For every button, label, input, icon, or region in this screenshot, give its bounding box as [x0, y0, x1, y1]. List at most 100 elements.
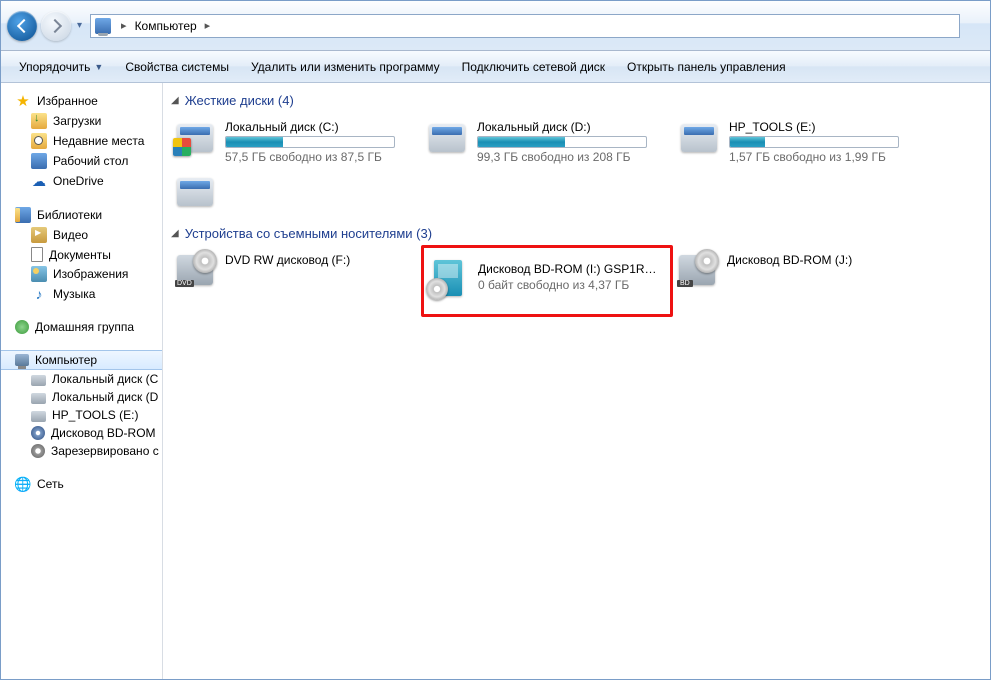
drive-item-extra[interactable] — [171, 168, 423, 212]
arrow-left-icon — [16, 18, 30, 32]
sidebar-item-drive[interactable]: Зарезервировано с — [1, 442, 162, 460]
sidebar-item-drive[interactable]: Дисковод BD-ROM — [1, 424, 162, 442]
command-bar: Упорядочить▼ Свойства системы Удалить ил… — [1, 51, 990, 83]
vid-icon — [31, 227, 47, 243]
nav-back-button[interactable] — [7, 11, 37, 41]
libraries-icon — [15, 207, 31, 223]
sidebar-item-label: Локальный диск (D — [52, 390, 158, 404]
nav-homegroup-group: Домашняя группа — [1, 318, 162, 336]
hard-drive-icon — [177, 118, 217, 154]
uninstall-program-button[interactable]: Удалить или изменить программу — [241, 56, 450, 78]
sidebar-item-label: Недавние места — [53, 134, 144, 148]
drive-capacity-bar — [729, 136, 899, 148]
removable-header[interactable]: ◢ Устройства со съемными носителями (3) — [167, 224, 986, 247]
hard-drives-list: Локальный диск (C:) 57,5 ГБ свободно из … — [167, 114, 986, 212]
sidebar-item-favorite[interactable]: Рабочий стол — [1, 151, 162, 171]
computer-icon — [95, 18, 111, 34]
sidebar-item-drive[interactable]: HP_TOOLS (E:) — [1, 406, 162, 424]
hard-drives-section: ◢ Жесткие диски (4) Локальный диск (C:) … — [167, 91, 986, 212]
collapse-icon: ◢ — [171, 95, 179, 106]
sysprops-label: Свойства системы — [125, 60, 229, 74]
sidebar-item-drive[interactable]: Локальный диск (D — [1, 388, 162, 406]
homegroup-label: Домашняя группа — [35, 320, 134, 334]
sidebar-item-label: Локальный диск (C — [52, 372, 158, 386]
nav-computer-group: Компьютер Локальный диск (C Локальный ди… — [1, 350, 162, 460]
organize-label: Упорядочить — [19, 60, 90, 74]
drive-name: Локальный диск (C:) — [225, 120, 417, 134]
drive-item[interactable]: Дисковод BD-ROM (J:) — [673, 247, 925, 317]
sidebar-item-label: Загрузки — [53, 114, 101, 128]
content-pane: ◢ Жесткие диски (4) Локальный диск (C:) … — [163, 83, 990, 679]
sidebar-item-favorite[interactable]: ☁ OneDrive — [1, 171, 162, 191]
nav-homegroup-header[interactable]: Домашняя группа — [1, 318, 162, 336]
nav-libraries-header[interactable]: Библиотеки — [1, 205, 162, 225]
nav-history-dropdown[interactable]: ▾ — [77, 20, 82, 31]
sidebar-item-drive[interactable]: Локальный диск (C — [1, 370, 162, 388]
optical-drive-icon — [430, 260, 470, 296]
drive-item[interactable]: Дисковод BD-ROM (I:) GSP1RMCULXFRER_RU_D… — [421, 245, 673, 317]
sidebar-item-library[interactable]: ♪ Музыка — [1, 284, 162, 304]
nav-forward-button[interactable] — [41, 11, 71, 41]
hard-drive-icon — [681, 118, 721, 154]
cloud-icon: ☁ — [31, 173, 47, 189]
sidebar-item-favorite[interactable]: Недавние места — [1, 131, 162, 151]
drive-info: Локальный диск (C:) 57,5 ГБ свободно из … — [225, 118, 417, 164]
homegroup-icon — [15, 320, 29, 334]
drive-name: Локальный диск (D:) — [477, 120, 669, 134]
cpanel-label: Открыть панель управления — [627, 60, 786, 74]
recent-icon — [31, 133, 47, 149]
doc-icon — [31, 247, 43, 262]
uninstall-label: Удалить или изменить программу — [251, 60, 440, 74]
nav-libraries-group: Библиотеки Видео Документы Изображения ♪… — [1, 205, 162, 304]
removable-list: DVD RW дисковод (F:) Дисковод BD-ROM (I:… — [167, 247, 986, 317]
sidebar-item-library[interactable]: Изображения — [1, 264, 162, 284]
sidebar-item-label: OneDrive — [53, 174, 104, 188]
removable-title: Устройства со съемными носителями (3) — [185, 226, 432, 241]
sidebar-item-label: Дисковод BD-ROM — [51, 426, 156, 440]
drive-info: Дисковод BD-ROM (I:) GSP1RMCULXFRER_RU_D… — [478, 260, 664, 292]
system-properties-button[interactable]: Свойства системы — [115, 56, 239, 78]
hdd-icon — [31, 375, 46, 386]
organize-button[interactable]: Упорядочить▼ — [9, 56, 113, 78]
nav-favorites-header[interactable]: ★ Избранное — [1, 91, 162, 111]
nav-computer-header[interactable]: Компьютер — [1, 350, 162, 370]
music-icon: ♪ — [31, 286, 47, 302]
address-bar[interactable]: ▸ Компьютер ▸ — [90, 14, 960, 38]
libraries-label: Библиотеки — [37, 208, 102, 222]
drive-free-space: 0 байт свободно из 4,37 ГБ — [478, 278, 664, 292]
removable-section: ◢ Устройства со съемными носителями (3) … — [167, 224, 986, 317]
breadcrumb-sep-icon[interactable]: ▸ — [117, 19, 131, 32]
drive-item[interactable]: Локальный диск (D:) 99,3 ГБ свободно из … — [423, 114, 675, 168]
drive-item[interactable]: HP_TOOLS (E:) 1,57 ГБ свободно из 1,99 Г… — [675, 114, 927, 168]
title-bar: ▾ ▸ Компьютер ▸ — [1, 1, 990, 51]
drive-name: Дисковод BD-ROM (I:) GSP1RMCULXFRER_RU_D… — [478, 262, 664, 276]
sidebar-item-label: HP_TOOLS (E:) — [52, 408, 138, 422]
optical-drive-icon — [679, 251, 719, 287]
drive-info: HP_TOOLS (E:) 1,57 ГБ свободно из 1,99 Г… — [729, 118, 921, 164]
hard-drives-header[interactable]: ◢ Жесткие диски (4) — [167, 91, 986, 114]
sidebar-item-label: Рабочий стол — [53, 154, 128, 168]
drive-name: DVD RW дисковод (F:) — [225, 253, 417, 267]
sidebar-item-library[interactable]: Документы — [1, 245, 162, 264]
drive-name: Дисковод BD-ROM (J:) — [727, 253, 919, 267]
desktop-icon — [31, 153, 47, 169]
drive-name: HP_TOOLS (E:) — [729, 120, 921, 134]
drive-item[interactable]: DVD RW дисковод (F:) — [171, 247, 423, 317]
map-network-drive-button[interactable]: Подключить сетевой диск — [452, 56, 615, 78]
sidebar-item-library[interactable]: Видео — [1, 225, 162, 245]
network-icon: 🌐 — [15, 476, 31, 492]
img-icon — [31, 266, 47, 282]
sidebar-item-label: Музыка — [53, 287, 95, 301]
drive-info: Локальный диск (D:) 99,3 ГБ свободно из … — [477, 118, 669, 164]
drive-item[interactable]: Локальный диск (C:) 57,5 ГБ свободно из … — [171, 114, 423, 168]
breadcrumb-computer[interactable]: Компьютер — [131, 19, 201, 33]
mapdrive-label: Подключить сетевой диск — [462, 60, 605, 74]
computer-label: Компьютер — [35, 353, 97, 367]
drive-free-space: 57,5 ГБ свободно из 87,5 ГБ — [225, 150, 417, 164]
favorites-label: Избранное — [37, 94, 98, 108]
sidebar-item-favorite[interactable]: Загрузки — [1, 111, 162, 131]
control-panel-button[interactable]: Открыть панель управления — [617, 56, 796, 78]
nav-network-header[interactable]: 🌐 Сеть — [1, 474, 162, 494]
breadcrumb-sep-icon[interactable]: ▸ — [201, 19, 215, 32]
hard-drives-title: Жесткие диски (4) — [185, 93, 294, 108]
